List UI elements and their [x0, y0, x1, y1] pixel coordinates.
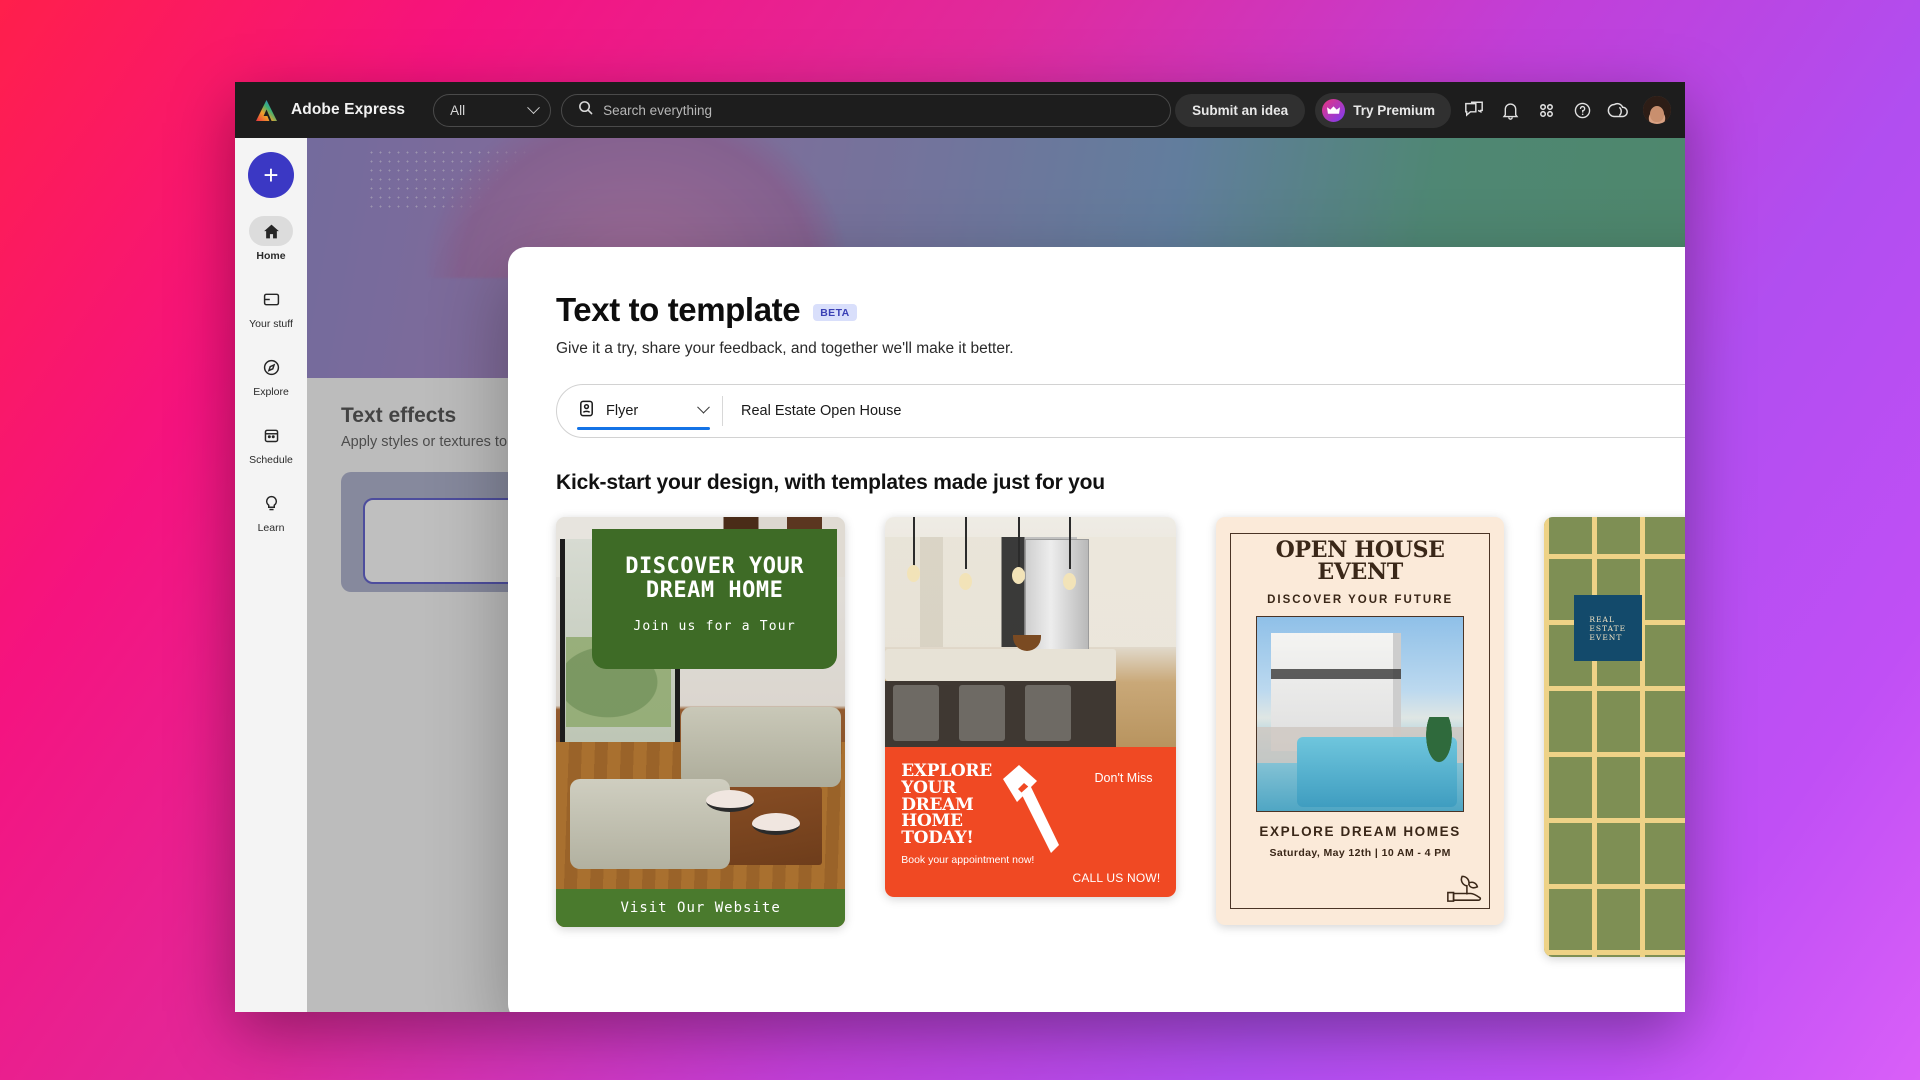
template-subhead: DISCOVER YOUR FUTURE	[1267, 594, 1454, 607]
prompt-input[interactable]	[723, 403, 1685, 419]
brand-name: Adobe Express	[291, 101, 406, 118]
creative-cloud-icon[interactable]	[1605, 97, 1631, 123]
top-navigation-bar: Adobe Express All Submit an idea Try Pre…	[235, 82, 1685, 138]
submit-an-idea-button[interactable]: Submit an idea	[1175, 93, 1306, 127]
user-avatar[interactable]	[1643, 96, 1671, 124]
photo-palm	[1419, 717, 1460, 778]
left-sidebar: + Home Your stuff Explore Schedule Learn	[235, 138, 307, 1012]
create-new-button[interactable]: +	[248, 152, 294, 198]
search-icon	[578, 100, 593, 120]
hand-plant-icon	[1444, 864, 1486, 909]
search-input[interactable]	[603, 102, 1155, 118]
lightbulb-icon	[249, 488, 293, 518]
results-heading: Kick-start your design, with templates m…	[556, 471, 1105, 494]
category-filter-value: All	[450, 102, 466, 118]
photo-pendant-cord	[965, 517, 968, 569]
template-subhead: Join us for a Tour	[633, 618, 796, 634]
template-cta: CALL US NOW!	[1072, 871, 1161, 885]
sidebar-item-home[interactable]: Home	[235, 216, 307, 262]
photo-bowl-one	[706, 790, 754, 812]
template-card-discover-your-dream-home[interactable]: DISCOVER YOUR DREAM HOME Join us for a T…	[556, 517, 846, 927]
folder-icon	[249, 284, 293, 314]
crown-icon	[1322, 98, 1346, 122]
photo-stool	[1025, 685, 1072, 741]
template-photo-modern-house	[1256, 616, 1465, 813]
prompt-bar: Flyer Generate	[556, 384, 1685, 438]
photo-pendant-cord	[1069, 517, 1072, 569]
home-icon	[249, 216, 293, 246]
sidebar-label-learn: Learn	[257, 522, 285, 534]
text-to-template-modal: Text to template BETA Text to Template T…	[508, 247, 1685, 1012]
search-bar[interactable]	[561, 93, 1172, 127]
adobe-express-logo-icon[interactable]	[253, 98, 280, 123]
sidebar-item-schedule[interactable]: Schedule	[235, 420, 307, 466]
template-corner-note: Don't Miss	[1094, 771, 1153, 785]
template-headline-block: DISCOVER YOUR DREAM HOME Join us for a T…	[592, 529, 838, 669]
sidebar-item-explore[interactable]: Explore	[235, 352, 307, 398]
flyer-document-icon	[577, 399, 596, 423]
photo-house-band	[1271, 669, 1402, 680]
sidebar-label-explore: Explore	[253, 386, 289, 398]
app-window: Adobe Express All Submit an idea Try Pre…	[235, 82, 1685, 1012]
photo-sofa-right	[681, 707, 842, 787]
app-grid-icon[interactable]	[1533, 97, 1559, 123]
sidebar-label-schedule: Schedule	[249, 454, 293, 466]
help-question-icon[interactable]	[1569, 97, 1595, 123]
template-card-explore-your-dream-home-today[interactable]: EXPLORE YOUR DREAM HOME TODAY! Book your…	[885, 517, 1177, 897]
photo-sofa-left	[570, 779, 730, 869]
template-orange-block: EXPLORE YOUR DREAM HOME TODAY! Book your…	[885, 747, 1177, 897]
template-pattern-panel: REAL ESTATE EVENT	[1543, 517, 1685, 957]
template-footer-date: Saturday, May 12th | 10 AM - 4 PM	[1269, 847, 1451, 860]
template-type-value: Flyer	[606, 403, 639, 419]
sidebar-item-your-stuff[interactable]: Your stuff	[235, 284, 307, 330]
try-premium-label: Try Premium	[1353, 102, 1435, 118]
template-photo-kitchen	[885, 517, 1177, 747]
beta-badge: BETA	[813, 304, 857, 321]
chevron-down-icon	[697, 400, 710, 414]
template-card-open-house-event[interactable]: OPEN HOUSE EVENT DISCOVER YOUR FUTURE EX…	[1216, 517, 1504, 925]
try-premium-button[interactable]: Try Premium	[1315, 92, 1451, 128]
template-content: OPEN HOUSE EVENT DISCOVER YOUR FUTURE EX…	[1230, 531, 1489, 911]
sidebar-label-home: Home	[256, 250, 286, 262]
modal-header: Text to template BETA	[556, 291, 1685, 329]
chevron-down-icon	[527, 100, 541, 114]
photo-stool	[959, 685, 1006, 741]
template-headline: DISCOVER YOUR DREAM HOME	[625, 554, 804, 603]
chat-bubbles-icon[interactable]	[1461, 97, 1487, 123]
template-card-open-house-prime-residential[interactable]: REAL ESTATE EVENT OPEN HOUSE PRIME RESID…	[1543, 517, 1685, 957]
modal-subtitle: Give it a try, share your feedback, and …	[556, 340, 1014, 357]
sidebar-label-your-stuff: Your stuff	[249, 318, 293, 330]
template-title: OPEN HOUSE EVENT	[1269, 539, 1451, 584]
top-bar-actions: Submit an idea Try Premium	[1175, 92, 1671, 128]
photo-pendant-cord	[1018, 517, 1021, 569]
template-type-select[interactable]: Flyer	[557, 385, 722, 437]
notifications-bell-icon[interactable]	[1497, 97, 1523, 123]
template-footer-headline: EXPLORE DREAM HOMES	[1259, 824, 1461, 840]
template-footer: Visit Our Website	[556, 889, 846, 927]
photo-bowl-two	[752, 813, 800, 835]
calendar-icon	[249, 420, 293, 450]
photo-stool	[893, 685, 940, 741]
sidebar-item-learn[interactable]: Learn	[235, 488, 307, 534]
photo-island-top	[885, 649, 1117, 681]
template-type-underline	[577, 427, 710, 430]
modal-title: Text to template	[556, 291, 801, 328]
category-filter-select[interactable]: All	[433, 93, 552, 127]
avatar-face	[1650, 106, 1664, 122]
template-badge: REAL ESTATE EVENT	[1573, 595, 1642, 661]
compass-icon	[249, 352, 293, 382]
template-results: DISCOVER YOUR DREAM HOME Join us for a T…	[556, 517, 1685, 957]
hammer-icon	[997, 761, 1065, 872]
photo-pendant-cord	[913, 517, 916, 569]
basketweave-pattern	[1543, 517, 1685, 957]
